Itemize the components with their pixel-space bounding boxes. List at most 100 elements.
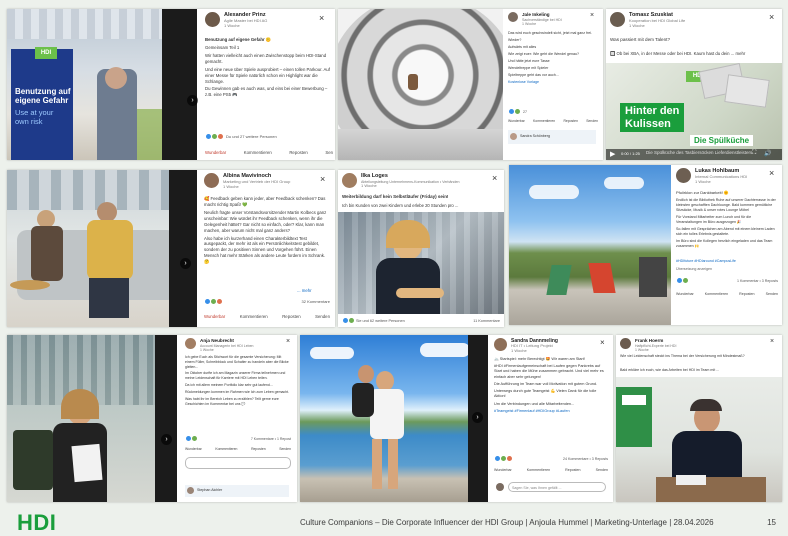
post-photo-staircase[interactable]	[338, 9, 503, 160]
translate-link[interactable]: Übersetzung anzeigen	[676, 267, 712, 272]
comment-button[interactable]: Kommentieren	[533, 119, 555, 123]
post-card-albina: › Albina Mavivinoch Marketing und Vertri…	[7, 170, 335, 327]
close-icon[interactable]: ×	[492, 174, 497, 183]
post-card-lukas: Lukas Hohlbaum Internal Communications H…	[509, 165, 782, 325]
like-button[interactable]: Wunderbar	[508, 119, 525, 123]
send-button[interactable]: Senden	[315, 314, 330, 319]
post-card-jale: Jale Inkeling Sachverständige bei HDI 1 …	[338, 9, 603, 160]
post-card-sandra: › Sandra Dannmeling HDI IT • Leitung Pro…	[300, 335, 613, 502]
post-card-ilka: Ilka Loges Abteilungsleitung Unternehmen…	[338, 170, 504, 327]
like-button[interactable]: Wunderbar	[185, 447, 202, 451]
like-button[interactable]: Wunderbar	[676, 292, 694, 296]
like-button[interactable]: Wunderbar	[494, 468, 512, 472]
reactions-summary[interactable]: Sie und 62 weitere Personen 11 Kommentar…	[342, 317, 500, 324]
repost-button[interactable]: Reposten	[565, 468, 580, 472]
post-time: 1 Woche	[695, 178, 711, 184]
avatar[interactable]	[342, 173, 357, 188]
next-arrow-icon[interactable]: ›	[472, 412, 483, 423]
video-title: Hinter den Kulissen	[620, 103, 685, 133]
reactions-summary[interactable]: 32 Kommentare	[204, 298, 330, 305]
post-photo-interview[interactable]	[7, 170, 197, 327]
reactions-summary[interactable]: 27	[508, 108, 527, 115]
post-action-bar: Wunderbar Kommentieren Reposten Sen	[205, 150, 333, 155]
hashtags[interactable]: #HDIfuture #HDIaround #CampusLife	[676, 259, 736, 264]
post-text: 🚲 Startspiel: mehr Berechtigt 🤩 Wir ware…	[494, 357, 604, 413]
comment-item[interactable]: Stephan Aichler	[185, 485, 289, 497]
footer-caption: Culture Companions – Die Corporate Influ…	[300, 518, 714, 527]
close-icon[interactable]: ×	[286, 338, 290, 345]
comment-button[interactable]: Kommentieren	[215, 447, 237, 451]
reactions-summary[interactable]: 24 Kommentare • 3 Reposts	[494, 455, 608, 462]
post-header: Jale Inkeling Sachverständige bei HDI 1 …	[508, 12, 562, 26]
like-button[interactable]: Wunderbar	[205, 150, 226, 155]
repost-button[interactable]: Reposten	[251, 447, 266, 451]
page-number: 15	[767, 518, 776, 527]
close-icon[interactable]: ×	[590, 12, 594, 19]
post-card-tomasz: Tomasz Szuskiat Kooperation bei HDI Glob…	[606, 9, 782, 160]
volume-icon[interactable]: 🔊	[764, 150, 771, 157]
send-button[interactable]: Sen	[325, 150, 333, 155]
post-action-bar: Wunderbar Kommentieren Reposten Senden	[508, 119, 598, 123]
avatar[interactable]	[205, 12, 220, 27]
post-time: 1 Woche	[511, 348, 527, 354]
close-icon[interactable]: ×	[319, 14, 324, 23]
repost-button[interactable]: Reposten	[289, 150, 307, 155]
post-card-anja: › Anja Neubrecht Account Managerin bei H…	[7, 335, 297, 502]
send-button[interactable]: Senden	[766, 292, 778, 296]
post-photo-run[interactable]	[300, 335, 488, 502]
avatar[interactable]	[620, 338, 631, 349]
sign-text: Benutzung auf eigene Gefahr Use at your …	[15, 87, 71, 126]
post-header: Albina Mavivinoch Marketing und Vertrieb…	[204, 173, 290, 189]
send-button[interactable]: Senden	[586, 119, 598, 123]
repost-button[interactable]: Reposten	[563, 119, 578, 123]
post-intro: Pfuiirklon zur Dankbarkeit! 🌞	[676, 190, 729, 195]
avatar[interactable]	[185, 338, 196, 349]
comment-button[interactable]: Kommentieren	[705, 292, 728, 296]
next-arrow-icon[interactable]: ›	[161, 434, 172, 445]
comment-input[interactable]	[185, 457, 291, 469]
reactions-summary[interactable]: 1 Kommentar • 3 Reposts	[676, 277, 778, 284]
post-header: Ilka Loges Abteilungsleitung Unternehmen…	[342, 173, 460, 189]
close-icon[interactable]: ×	[770, 338, 774, 345]
like-button[interactable]: Wunderbar	[204, 314, 225, 319]
comment-button[interactable]: Kommentieren	[527, 468, 550, 472]
repost-button[interactable]: Reposten	[282, 314, 300, 319]
avatar[interactable]	[610, 12, 625, 27]
post-time: 1 Woche	[361, 183, 377, 189]
post-header: Lukas Hohlbaum Internal Communications H…	[676, 168, 747, 184]
see-more-link[interactable]: ... mehr	[297, 288, 312, 294]
avatar[interactable]	[508, 12, 518, 22]
close-icon[interactable]: ×	[320, 175, 325, 184]
post-text: Wie viel Leidenschaft steckt ins Thema b…	[620, 354, 745, 358]
post-text: Das wird euch geschwindelt sicht, jetzt …	[508, 31, 593, 84]
reactions-summary[interactable]: 7 Kommentare • 1 Repost	[185, 435, 291, 442]
comment-input[interactable]: Sagen Sie, was Ihnen gefällt ...	[508, 482, 606, 492]
comment-author: Stephan Aichler	[197, 488, 223, 492]
send-button[interactable]: Senden	[279, 447, 291, 451]
next-arrow-icon[interactable]: ›	[180, 258, 191, 269]
video-player[interactable]: HDI Hinter den Kulissen Die Spülküche ▶ …	[606, 63, 782, 160]
play-icon[interactable]: ▶	[610, 150, 615, 158]
send-button[interactable]: Senden	[596, 468, 608, 472]
close-icon[interactable]: ×	[769, 169, 774, 178]
post-photo-reading[interactable]	[7, 335, 177, 502]
close-icon[interactable]: ×	[769, 13, 774, 22]
repost-button[interactable]: Reposten	[739, 292, 754, 296]
fullscreen-icon[interactable]: ⛶	[752, 150, 756, 157]
post-text: 🥰 Feedback geben kann jeder, aber Feedba…	[204, 196, 327, 265]
author-name[interactable]: Ilka Loges	[361, 173, 460, 180]
comment-item[interactable]: Sandra Schönberg	[508, 130, 596, 144]
avatar[interactable]	[676, 168, 691, 183]
post-photo-booth[interactable]: HDI Benutzung auf eigene Gefahr Use at y…	[7, 9, 197, 160]
reactions-summary[interactable]: Du und 27 weitere Personen	[205, 133, 277, 140]
comment-button[interactable]: Kommentieren	[240, 314, 268, 319]
comment-button[interactable]: Kommentieren	[244, 150, 272, 155]
next-arrow-icon[interactable]: ›	[187, 95, 198, 106]
close-icon[interactable]: ×	[600, 339, 605, 347]
avatar[interactable]	[204, 173, 219, 188]
post-header: Alexander Prinz Agile Master bei HDI AG …	[205, 12, 267, 28]
post-photo-desk[interactable]	[616, 377, 782, 502]
post-photo-rooftop[interactable]	[509, 165, 671, 325]
avatar[interactable]	[494, 338, 507, 351]
post-photo-portrait[interactable]	[338, 212, 504, 314]
